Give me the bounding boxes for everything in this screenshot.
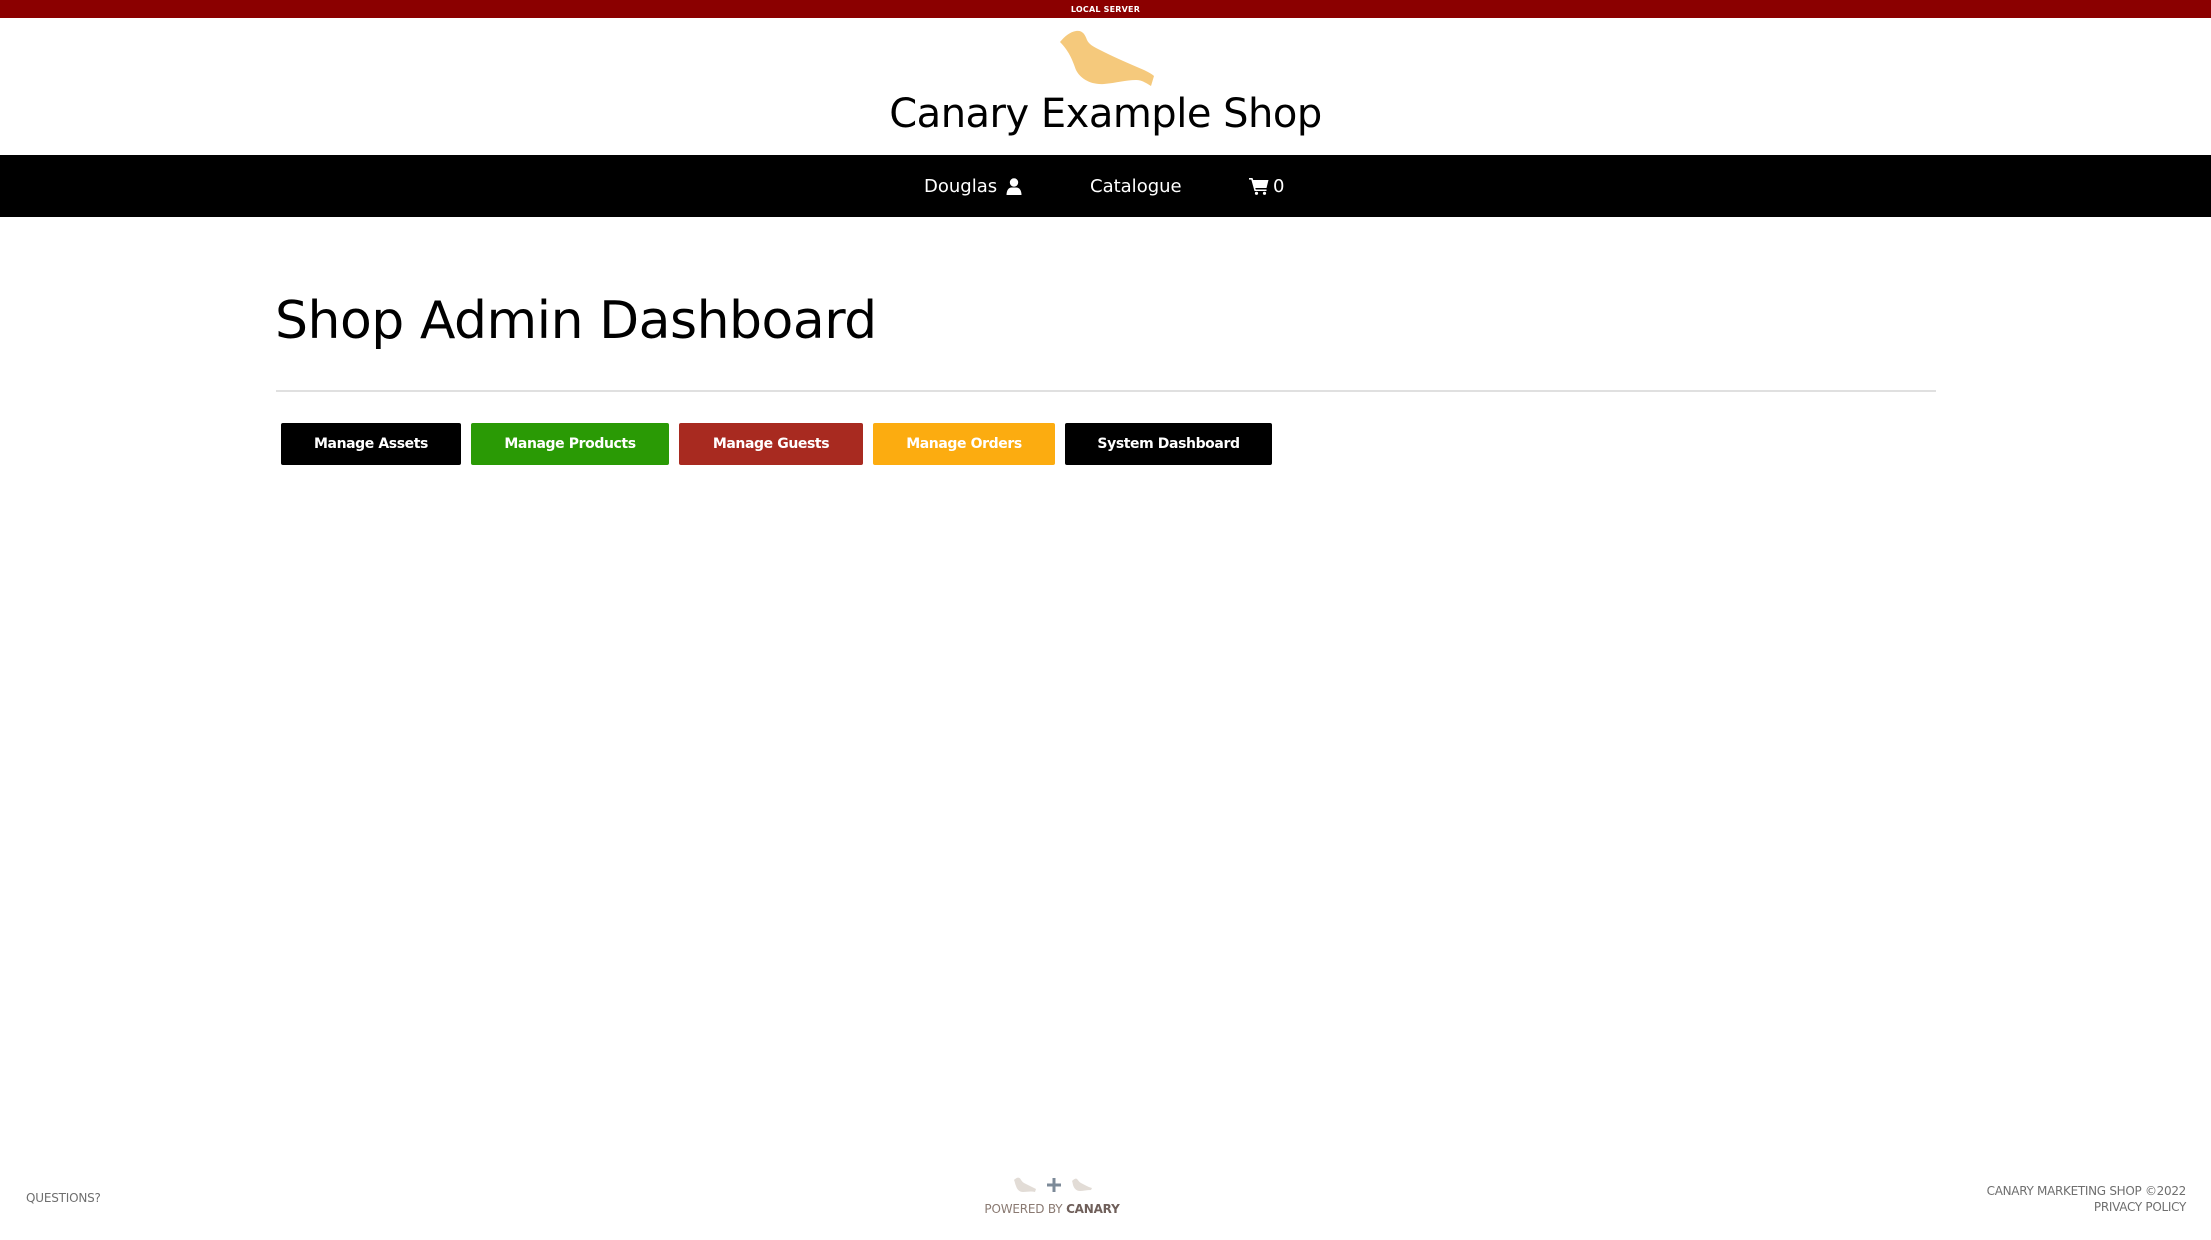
- powered-by-text: POWERED BY CANARY: [924, 1202, 1180, 1216]
- powered-by-brand: CANARY: [1066, 1202, 1120, 1216]
- system-dashboard-button[interactable]: System Dashboard: [1065, 423, 1272, 465]
- plus-icon: [1047, 1177, 1061, 1197]
- manage-orders-button[interactable]: Manage Orders: [873, 423, 1055, 465]
- shopping-cart-icon: [1249, 177, 1269, 195]
- powered-by-prefix: POWERED BY: [984, 1202, 1063, 1216]
- copyright-text: CANARY MARKETING SHOP ©2022: [1986, 1184, 2187, 1198]
- bird-icon: [1071, 1178, 1093, 1197]
- manage-guests-button[interactable]: Manage Guests: [679, 423, 863, 465]
- nav-catalogue-label: Catalogue: [1090, 175, 1182, 197]
- canary-bird-icon[interactable]: [1056, 28, 1156, 90]
- nav-user-label: Douglas: [924, 175, 998, 197]
- privacy-policy-link[interactable]: PRIVACY POLICY: [1987, 1199, 2186, 1215]
- cart-count: 0: [1273, 175, 1285, 197]
- page-title: Shop Admin Dashboard: [275, 291, 877, 351]
- manage-assets-button[interactable]: Manage Assets: [281, 423, 461, 465]
- user-icon: [1006, 177, 1022, 195]
- powered-by: POWERED BY CANARY: [940, 1175, 1180, 1216]
- divider: [276, 390, 1936, 392]
- partner-marks: [926, 1175, 1180, 1199]
- bird-icon: [1013, 1177, 1037, 1198]
- nav-user-account[interactable]: Douglas: [924, 155, 1022, 217]
- footer-legal: CANARY MARKETING SHOP ©2022 PRIVACY POLI…: [1986, 1183, 2187, 1215]
- questions-link[interactable]: QUESTIONS?: [26, 1191, 101, 1205]
- environment-banner: LOCAL SERVER: [0, 0, 2211, 18]
- site-header: Canary Example Shop: [0, 18, 2211, 155]
- main-nav: Douglas Catalogue 0: [0, 155, 2211, 217]
- nav-cart[interactable]: 0: [1249, 155, 1284, 217]
- manage-products-button[interactable]: Manage Products: [471, 423, 669, 465]
- site-title[interactable]: Canary Example Shop: [0, 94, 2211, 134]
- nav-catalogue[interactable]: Catalogue: [1090, 155, 1182, 217]
